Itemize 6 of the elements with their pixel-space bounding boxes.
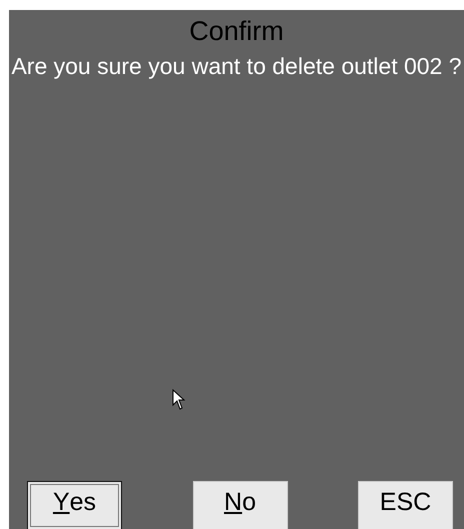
dialog-button[interactable]: ESC xyxy=(358,481,453,529)
dialog-title: Confirm xyxy=(189,15,284,47)
mouse-pointer-icon xyxy=(172,389,186,411)
dialog-button[interactable]: Yes xyxy=(27,481,122,529)
dialog-button[interactable]: No xyxy=(192,481,288,529)
confirm-message: Are you sure you want to delete outlet 002 ? xyxy=(10,53,463,79)
